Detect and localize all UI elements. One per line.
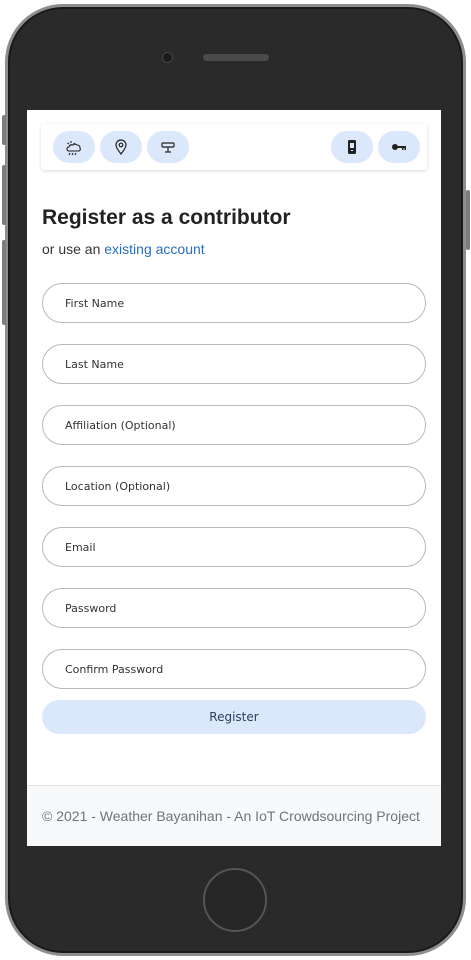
app-screen: Register as a contributor or use an exis… (27, 110, 441, 846)
footer: © 2021 - Weather Bayanihan - An IoT Crow… (27, 785, 441, 846)
affiliation-input[interactable] (43, 406, 425, 444)
confirm-password-field (42, 649, 426, 689)
subtitle-text: or use an (42, 241, 105, 257)
phone-speaker (203, 54, 269, 61)
nav-login-button[interactable] (378, 131, 420, 163)
email-field (42, 527, 426, 567)
navbar (41, 124, 427, 170)
key-icon (392, 144, 406, 150)
weather-icon (66, 141, 81, 156)
first-name-field (42, 283, 426, 323)
phone-side-button (2, 115, 6, 145)
email-input[interactable] (43, 528, 425, 566)
page-title: Register as a contributor (42, 206, 291, 229)
phone-home-button[interactable] (203, 868, 267, 932)
location-pin-icon (115, 139, 127, 155)
last-name-input[interactable] (43, 345, 425, 383)
register-button[interactable]: Register (42, 700, 426, 734)
password-field (42, 588, 426, 628)
location-input[interactable] (43, 467, 425, 505)
password-input[interactable] (43, 589, 425, 627)
phone-volume-down-button (2, 240, 6, 325)
nav-weather-button[interactable] (53, 131, 95, 163)
nav-location-button[interactable] (100, 131, 142, 163)
footer-text: © 2021 - Weather Bayanihan - An IoT Crow… (42, 808, 420, 824)
phone-camera (162, 52, 173, 63)
phone-icon (348, 140, 356, 154)
phone-power-button (466, 190, 470, 250)
confirm-password-input[interactable] (43, 650, 425, 688)
first-name-input[interactable] (43, 284, 425, 322)
page-subtitle: or use an existing account (42, 241, 205, 257)
location-field (42, 466, 426, 506)
existing-account-link[interactable]: existing account (104, 241, 204, 257)
last-name-field (42, 344, 426, 384)
affiliation-field (42, 405, 426, 445)
phone-volume-up-button (2, 165, 6, 225)
nav-station-button[interactable] (147, 131, 189, 163)
nav-phone-button[interactable] (331, 131, 373, 163)
station-icon (161, 142, 175, 153)
